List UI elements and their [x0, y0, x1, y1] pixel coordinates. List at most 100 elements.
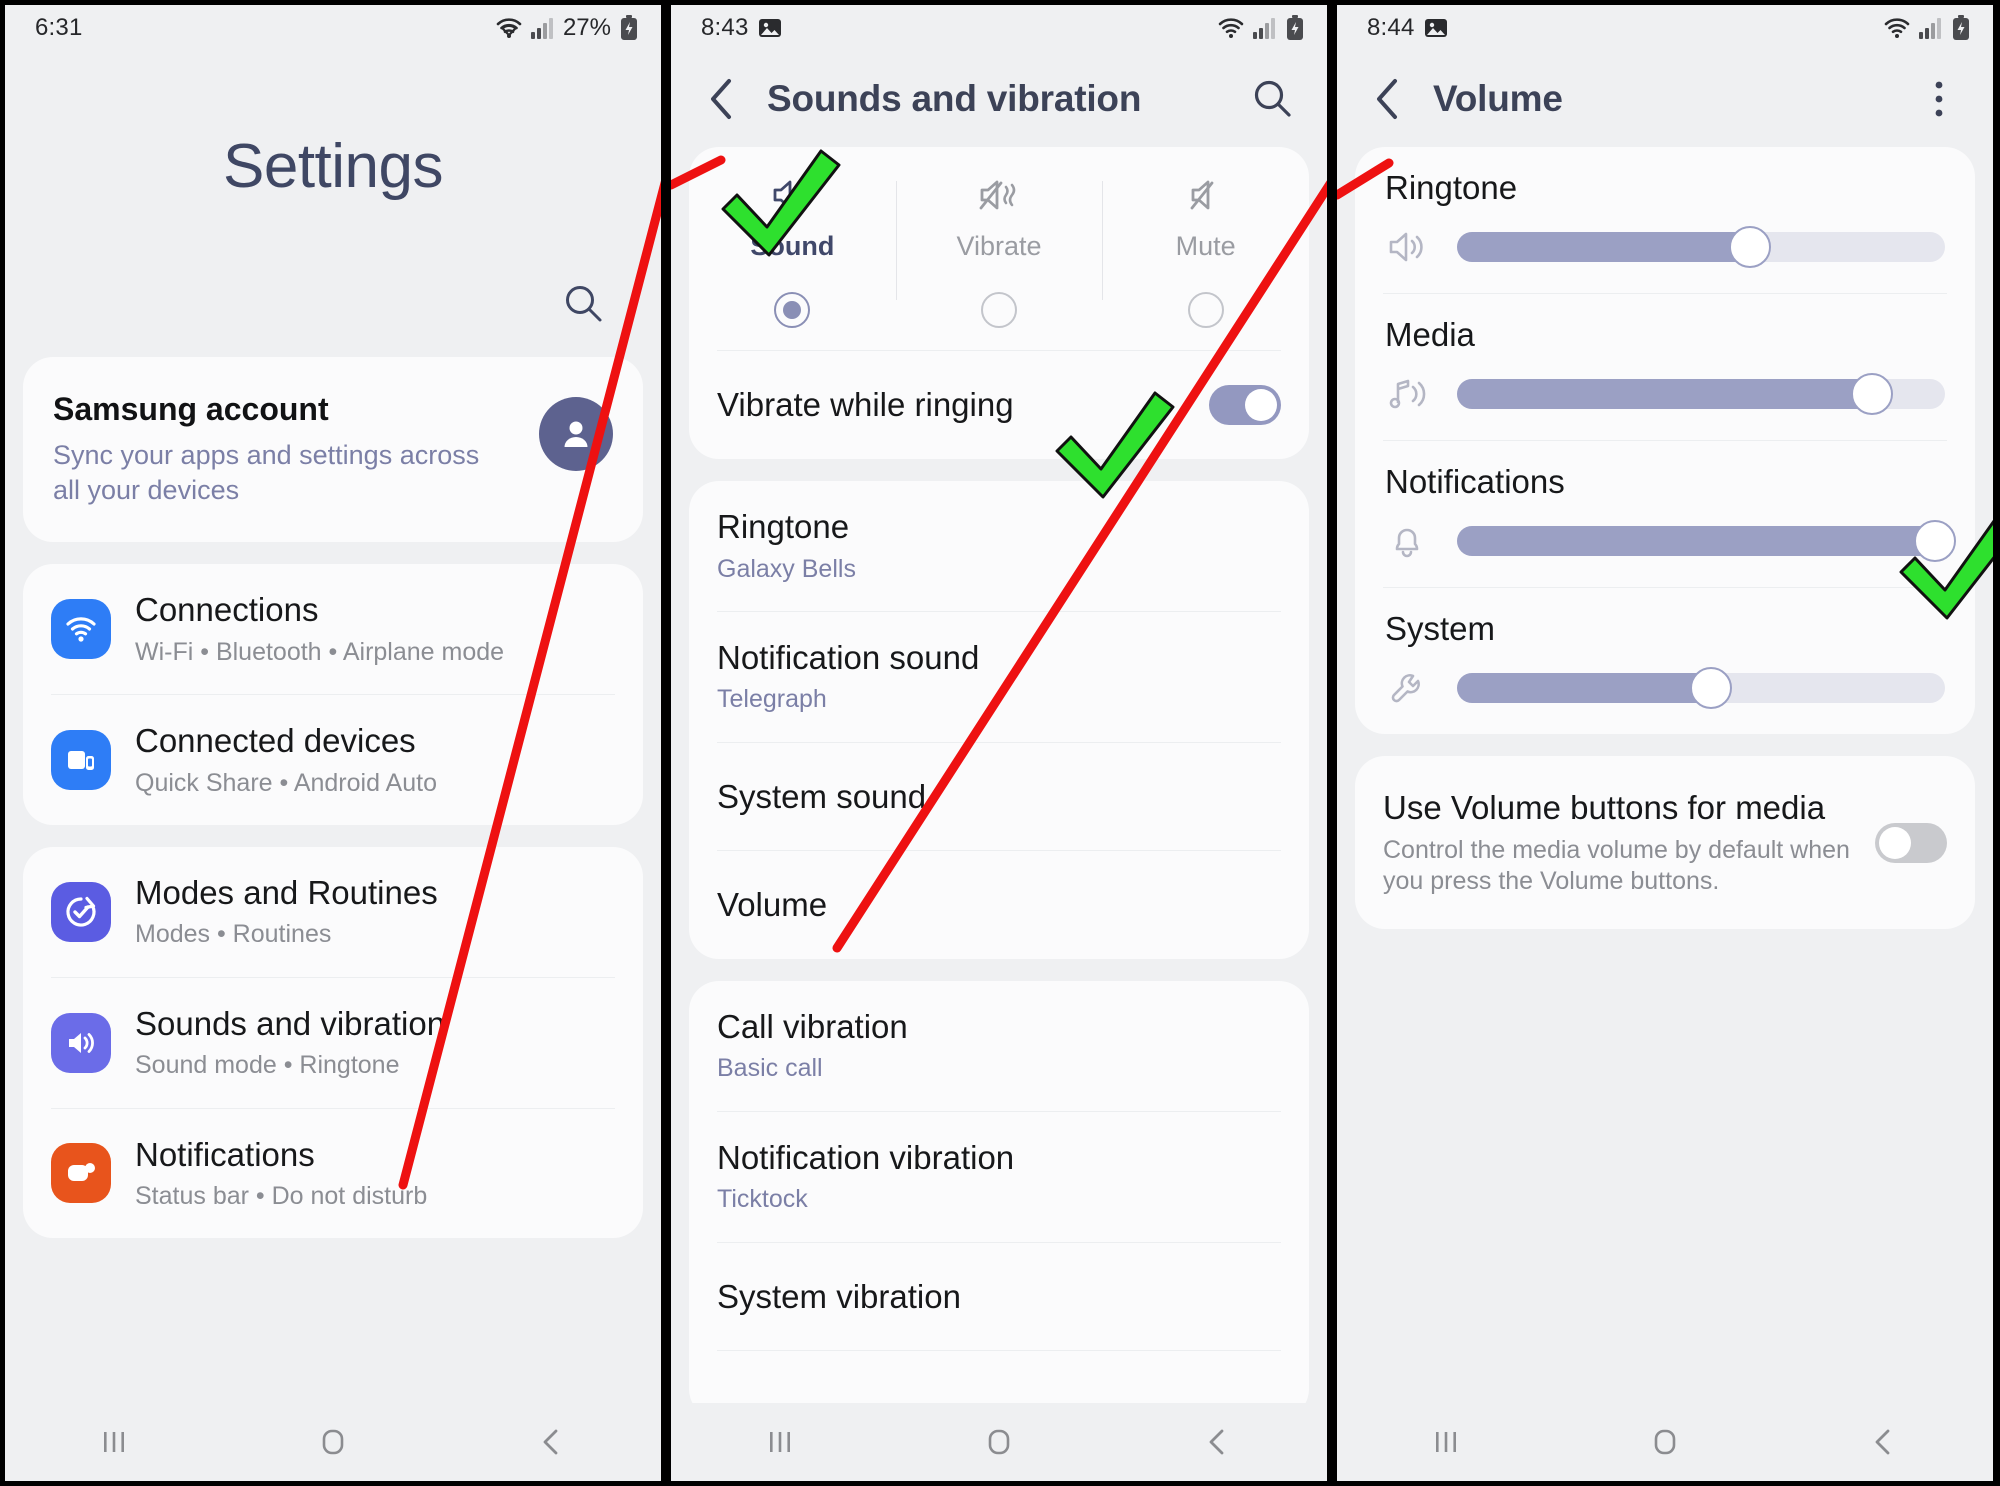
page-title: Volume	[1433, 78, 1563, 119]
sidebar-item-subtitle: Quick Share • Android Auto	[135, 768, 437, 797]
list-item-label: Volume	[717, 886, 828, 924]
volume-slider-media[interactable]	[1457, 373, 1945, 415]
notifications-icon	[51, 1143, 111, 1204]
sound-mode-option-vibrate[interactable]: Vibrate	[895, 171, 1103, 350]
volume-on-icon	[1385, 227, 1433, 267]
back-icon[interactable]	[1173, 1412, 1263, 1472]
panel-volume: 8:44 Volume Ringtone Media Notifications…	[1332, 0, 1998, 1486]
android-navigation-bar	[1337, 1403, 1993, 1481]
list-item-label: Notification vibration	[717, 1138, 1015, 1176]
samsung-account-title: Samsung account	[53, 391, 329, 427]
sound-mode-radio[interactable]	[981, 292, 1017, 328]
wifi-icon	[1883, 16, 1911, 40]
sound-mode-card: Sound Vibrate Mute Vibrate while ringing	[689, 147, 1309, 459]
list-item-notification-sound[interactable]: Notification sound Telegraph	[689, 612, 1309, 742]
back-icon[interactable]	[507, 1412, 597, 1472]
search-icon[interactable]	[561, 281, 607, 327]
sidebar-item-connections[interactable]: Connections Wi-Fi • Bluetooth • Airplane…	[23, 564, 643, 694]
battery-charging-icon	[1285, 15, 1305, 41]
volume-sliders-card: Ringtone Media Notifications System	[1355, 147, 1975, 734]
sound-icon	[51, 1012, 111, 1073]
list-item-value: Basic call	[717, 1054, 823, 1083]
search-row	[5, 281, 661, 357]
vibrate-while-ringing-row[interactable]: Vibrate while ringing	[689, 351, 1309, 459]
image-icon	[1424, 16, 1448, 40]
sound-mode-radio[interactable]	[774, 292, 811, 328]
list-item-label: Notification sound	[717, 638, 980, 676]
sidebar-item-label: Notifications	[135, 1135, 315, 1173]
avatar[interactable]	[539, 397, 613, 471]
status-bar-clock: 6:31	[35, 14, 83, 41]
more-options-icon[interactable]	[1911, 71, 1967, 127]
volume-label: Ringtone	[1385, 169, 1518, 206]
vibrate-while-ringing-toggle[interactable]	[1209, 385, 1281, 425]
list-item-value: Telegraph	[717, 685, 827, 714]
list-item-label: System vibration	[717, 1277, 961, 1315]
settings-group-connections: Connections Wi-Fi • Bluetooth • Airplane…	[23, 564, 643, 825]
signal-icon	[1918, 16, 1944, 40]
sidebar-item-connected-devices[interactable]: Connected devices Quick Share • Android …	[23, 695, 643, 825]
battery-charging-icon	[619, 15, 639, 41]
search-icon[interactable]	[1245, 71, 1301, 127]
back-chevron-icon[interactable]	[1361, 71, 1417, 127]
image-icon	[758, 16, 782, 40]
volume-label: Notifications	[1385, 463, 1565, 500]
sound-options-card: Ringtone Galaxy Bells Notification sound…	[689, 481, 1309, 959]
status-bar-clock: 8:43	[701, 14, 749, 41]
sidebar-item-sounds-and-vibration[interactable]: Sounds and vibration Sound mode • Ringto…	[23, 978, 643, 1108]
wrench-icon	[1385, 668, 1433, 708]
volume-label: System	[1385, 610, 1496, 647]
signal-icon	[530, 16, 556, 40]
home-icon[interactable]	[1620, 1412, 1710, 1472]
volume-slider-notifications[interactable]	[1457, 520, 1957, 562]
volume-label: Media	[1385, 316, 1475, 353]
list-item-system-vibration[interactable]: System vibration	[689, 1243, 1309, 1351]
status-bar: 6:31 27%	[5, 5, 661, 51]
sidebar-item-notifications[interactable]: Notifications Status bar • Do not distur…	[23, 1109, 643, 1239]
use-volume-buttons-for-media-row[interactable]: Use Volume buttons for media Control the…	[1355, 756, 1975, 929]
volume-slider-ringtone[interactable]	[1457, 226, 1945, 268]
home-icon[interactable]	[288, 1412, 378, 1472]
modes-icon	[51, 881, 111, 942]
samsung-account-row[interactable]: Samsung account Sync your apps and setti…	[23, 357, 643, 542]
volume-on-icon	[769, 175, 815, 215]
sound-mode-option-sound[interactable]: Sound	[689, 171, 896, 350]
volume-buttons-card: Use Volume buttons for media Control the…	[1355, 756, 1975, 930]
use-volume-buttons-description: Control the media volume by default when…	[1383, 835, 1850, 895]
recents-icon[interactable]	[735, 1412, 825, 1472]
recents-icon[interactable]	[1401, 1412, 1491, 1472]
samsung-account-card[interactable]: Samsung account Sync your apps and setti…	[23, 357, 643, 543]
list-item-call-vibration[interactable]: Call vibration Basic call	[689, 981, 1309, 1111]
back-chevron-icon[interactable]	[695, 71, 751, 127]
wifi-icon	[495, 16, 523, 40]
list-item-notification-vibration[interactable]: Notification vibration Ticktock	[689, 1112, 1309, 1242]
sound-mode-label: Sound	[750, 231, 835, 261]
status-bar: 8:43	[671, 5, 1327, 51]
back-icon[interactable]	[1839, 1412, 1929, 1472]
sound-mode-label: Mute	[1175, 231, 1236, 261]
sound-mode-radio[interactable]	[1187, 292, 1224, 328]
volume-slider-system[interactable]	[1457, 667, 1945, 709]
panel-sounds-and-vibration: 8:43 Sounds and vibration Sound Vibrate …	[666, 0, 1332, 1486]
home-icon[interactable]	[954, 1412, 1044, 1472]
mute-icon	[1183, 175, 1229, 215]
battery-charging-icon	[1951, 15, 1971, 41]
list-item-value: Galaxy Bells	[717, 554, 856, 583]
volume-block-media: Media	[1355, 294, 1975, 440]
page-title: Settings	[222, 131, 444, 201]
sound-mode-selector: Sound Vibrate Mute	[689, 147, 1309, 350]
list-item-volume[interactable]: Volume	[689, 851, 1309, 959]
wifi-icon	[1217, 16, 1245, 40]
list-item-ringtone[interactable]: Ringtone Galaxy Bells	[689, 481, 1309, 611]
list-item-label: System sound	[717, 777, 927, 815]
sound-mode-option-mute[interactable]: Mute	[1102, 171, 1309, 350]
status-bar-clock: 8:44	[1367, 14, 1415, 41]
settings-group-system: Modes and Routines Modes • Routines Soun…	[23, 846, 643, 1239]
list-item-system-sound[interactable]: System sound	[689, 743, 1309, 851]
sidebar-item-subtitle: Status bar • Do not disturb	[135, 1182, 428, 1211]
battery-percent-label: 27%	[562, 14, 611, 41]
use-volume-buttons-toggle[interactable]	[1875, 822, 1947, 863]
recents-icon[interactable]	[69, 1412, 159, 1472]
sidebar-item-modes-and-routines[interactable]: Modes and Routines Modes • Routines	[23, 847, 643, 977]
app-bar: Sounds and vibration	[671, 51, 1327, 147]
